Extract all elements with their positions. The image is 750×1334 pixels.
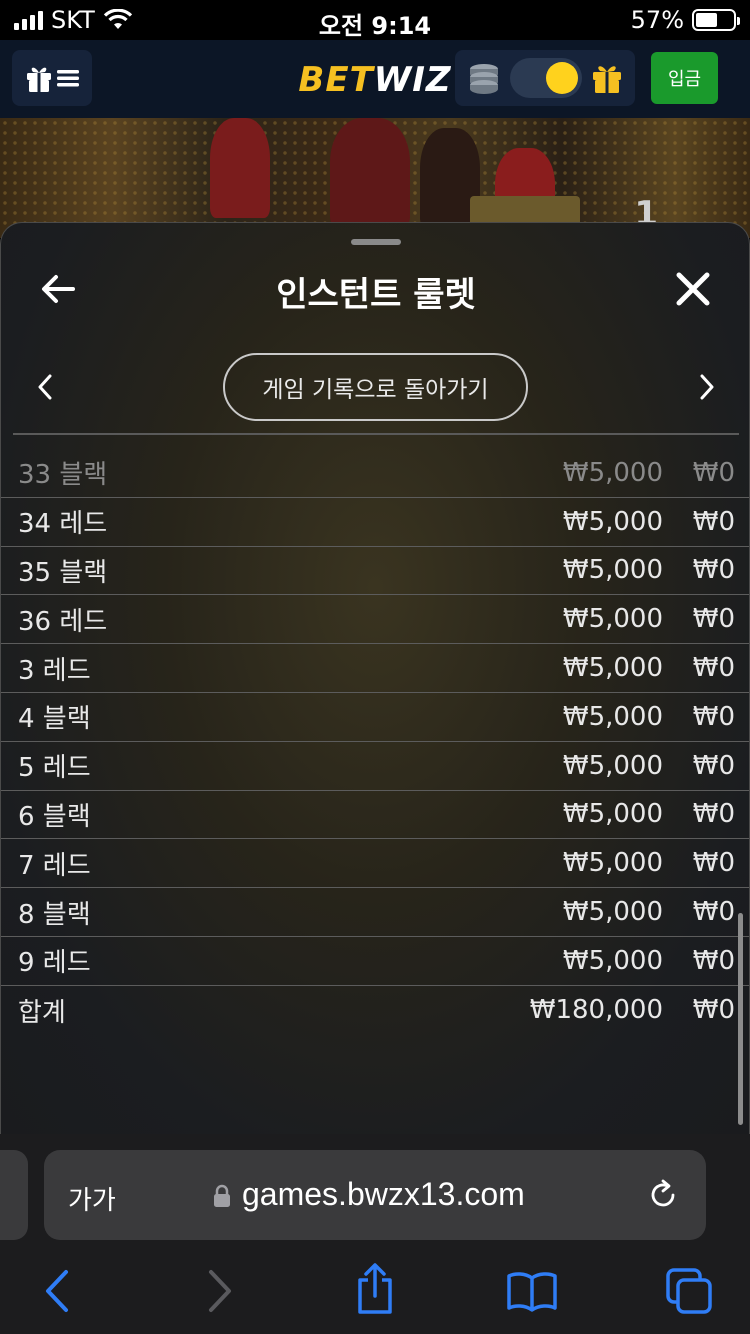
win-amount: ₩0 <box>692 653 735 684</box>
bet-amount: ₩5,000 <box>562 945 663 976</box>
bet-label: 4 블랙 <box>18 704 91 735</box>
bet-amount: ₩5,000 <box>562 799 663 830</box>
battery-group: 57% <box>630 6 740 34</box>
previous-tab-preview[interactable] <box>0 1150 28 1240</box>
win-amount: ₩0 <box>692 897 735 928</box>
forward-icon[interactable] <box>205 1268 235 1314</box>
bet-label: 36 레드 <box>18 606 108 637</box>
back-to-history-button[interactable]: 게임 기록으로 돌아가기 <box>223 353 528 421</box>
win-amount: ₩0 <box>692 604 735 635</box>
game-history-sheet: 인스턴트 룰렛 게임 기록으로 돌아가기 33 블랙 ₩5,000 ₩0 34 레… <box>0 222 750 1134</box>
win-amount: ₩0 <box>692 750 735 781</box>
bet-row: 9 레드 ₩5,000 ₩0 <box>1 937 749 986</box>
bet-row: 5 레드 ₩5,000 ₩0 <box>1 742 749 791</box>
bet-row: 3 레드 ₩5,000 ₩0 <box>1 644 749 693</box>
mode-toggle[interactable] <box>510 58 582 98</box>
back-icon[interactable] <box>42 1268 72 1314</box>
win-amount: ₩0 <box>692 506 735 537</box>
history-navigation: 게임 기록으로 돌아가기 <box>1 351 749 423</box>
share-icon[interactable] <box>354 1262 396 1316</box>
bet-amount: ₩5,000 <box>562 750 663 781</box>
deposit-button[interactable]: 입금 <box>651 52 718 104</box>
total-win-amount: ₩0 <box>692 995 735 1026</box>
bet-label: 34 레드 <box>18 509 108 540</box>
bet-list: 33 블랙 ₩5,000 ₩0 34 레드 ₩5,000 ₩0 35 블랙 ₩5,0… <box>1 449 749 1035</box>
bet-amount: ₩5,000 <box>562 457 663 488</box>
bet-label: 7 레드 <box>18 850 91 881</box>
bet-label: 6 블랙 <box>18 801 91 832</box>
win-amount: ₩0 <box>692 799 735 830</box>
bet-label: 3 레드 <box>18 655 91 686</box>
total-bet-amount: ₩180,000 <box>529 995 663 1026</box>
bet-amount: ₩5,000 <box>562 604 663 635</box>
win-amount: ₩0 <box>692 848 735 879</box>
win-amount: ₩0 <box>692 457 735 488</box>
close-icon[interactable] <box>673 269 713 309</box>
bet-row: 33 블랙 ₩5,000 ₩0 <box>1 449 749 498</box>
bet-amount: ₩5,000 <box>562 555 663 586</box>
bet-amount: ₩5,000 <box>562 897 663 928</box>
battery-percent: 57% <box>630 6 684 34</box>
total-row: 합계 ₩180,000 ₩0 <box>1 986 749 1035</box>
bet-amount: ₩5,000 <box>562 848 663 879</box>
url-text[interactable]: games.bwzx13.com <box>242 1176 525 1213</box>
sheet-title: 인스턴트 룰렛 <box>276 275 476 315</box>
divider <box>13 433 739 435</box>
win-amount: ₩0 <box>692 945 735 976</box>
bet-label: 33 블랙 <box>18 460 108 491</box>
win-amount: ₩0 <box>692 555 735 586</box>
lock-icon <box>214 1184 230 1207</box>
browser-bar: 가가 games.bwzx13.com <box>0 1134 750 1334</box>
bet-label: 8 블랙 <box>18 899 91 930</box>
total-label: 합계 <box>18 997 66 1028</box>
bet-row: 34 레드 ₩5,000 ₩0 <box>1 498 749 547</box>
bet-row: 36 레드 ₩5,000 ₩0 <box>1 595 749 645</box>
chevron-left-icon[interactable] <box>33 373 57 401</box>
bet-row: 8 블랙 ₩5,000 ₩0 <box>1 888 749 937</box>
bet-amount: ₩5,000 <box>562 653 663 684</box>
toggle-knob <box>546 62 578 94</box>
live-casino-background: 1 <box>0 118 750 238</box>
chevron-right-icon[interactable] <box>695 373 719 401</box>
bet-amount: ₩5,000 <box>562 701 663 732</box>
bet-label: 35 블랙 <box>18 557 108 588</box>
battery-icon <box>692 9 740 31</box>
bet-row: 6 블랙 ₩5,000 ₩0 <box>1 791 749 840</box>
reload-icon[interactable] <box>646 1178 680 1212</box>
bet-label: 9 레드 <box>18 948 91 979</box>
win-amount: ₩0 <box>692 701 735 732</box>
sheet-header: 인스턴트 룰렛 <box>1 263 749 315</box>
status-bar: SKT 오전 9:14 57% <box>0 0 750 40</box>
browser-toolbar <box>0 1262 750 1322</box>
bet-label: 5 레드 <box>18 753 91 784</box>
bet-row: 7 레드 ₩5,000 ₩0 <box>1 839 749 889</box>
sheet-grabber[interactable] <box>351 239 401 245</box>
coins-icon <box>470 64 498 94</box>
bookmarks-icon[interactable] <box>506 1270 558 1312</box>
currency-toggle-group <box>455 50 635 106</box>
address-bar[interactable]: 가가 games.bwzx13.com <box>44 1150 706 1240</box>
betwiz-logo[interactable]: BETWIZ <box>0 60 750 100</box>
bet-row: 35 블랙 ₩5,000 ₩0 <box>1 547 749 596</box>
app-header: BETWIZ 입금 <box>0 40 750 118</box>
bet-amount: ₩5,000 <box>562 506 663 537</box>
tabs-icon[interactable] <box>664 1266 714 1316</box>
bonus-gift-icon[interactable] <box>591 62 623 94</box>
scrollbar[interactable] <box>738 913 743 1125</box>
text-size-button[interactable]: 가가 <box>68 1180 116 1217</box>
bet-row: 4 블랙 ₩5,000 ₩0 <box>1 693 749 742</box>
